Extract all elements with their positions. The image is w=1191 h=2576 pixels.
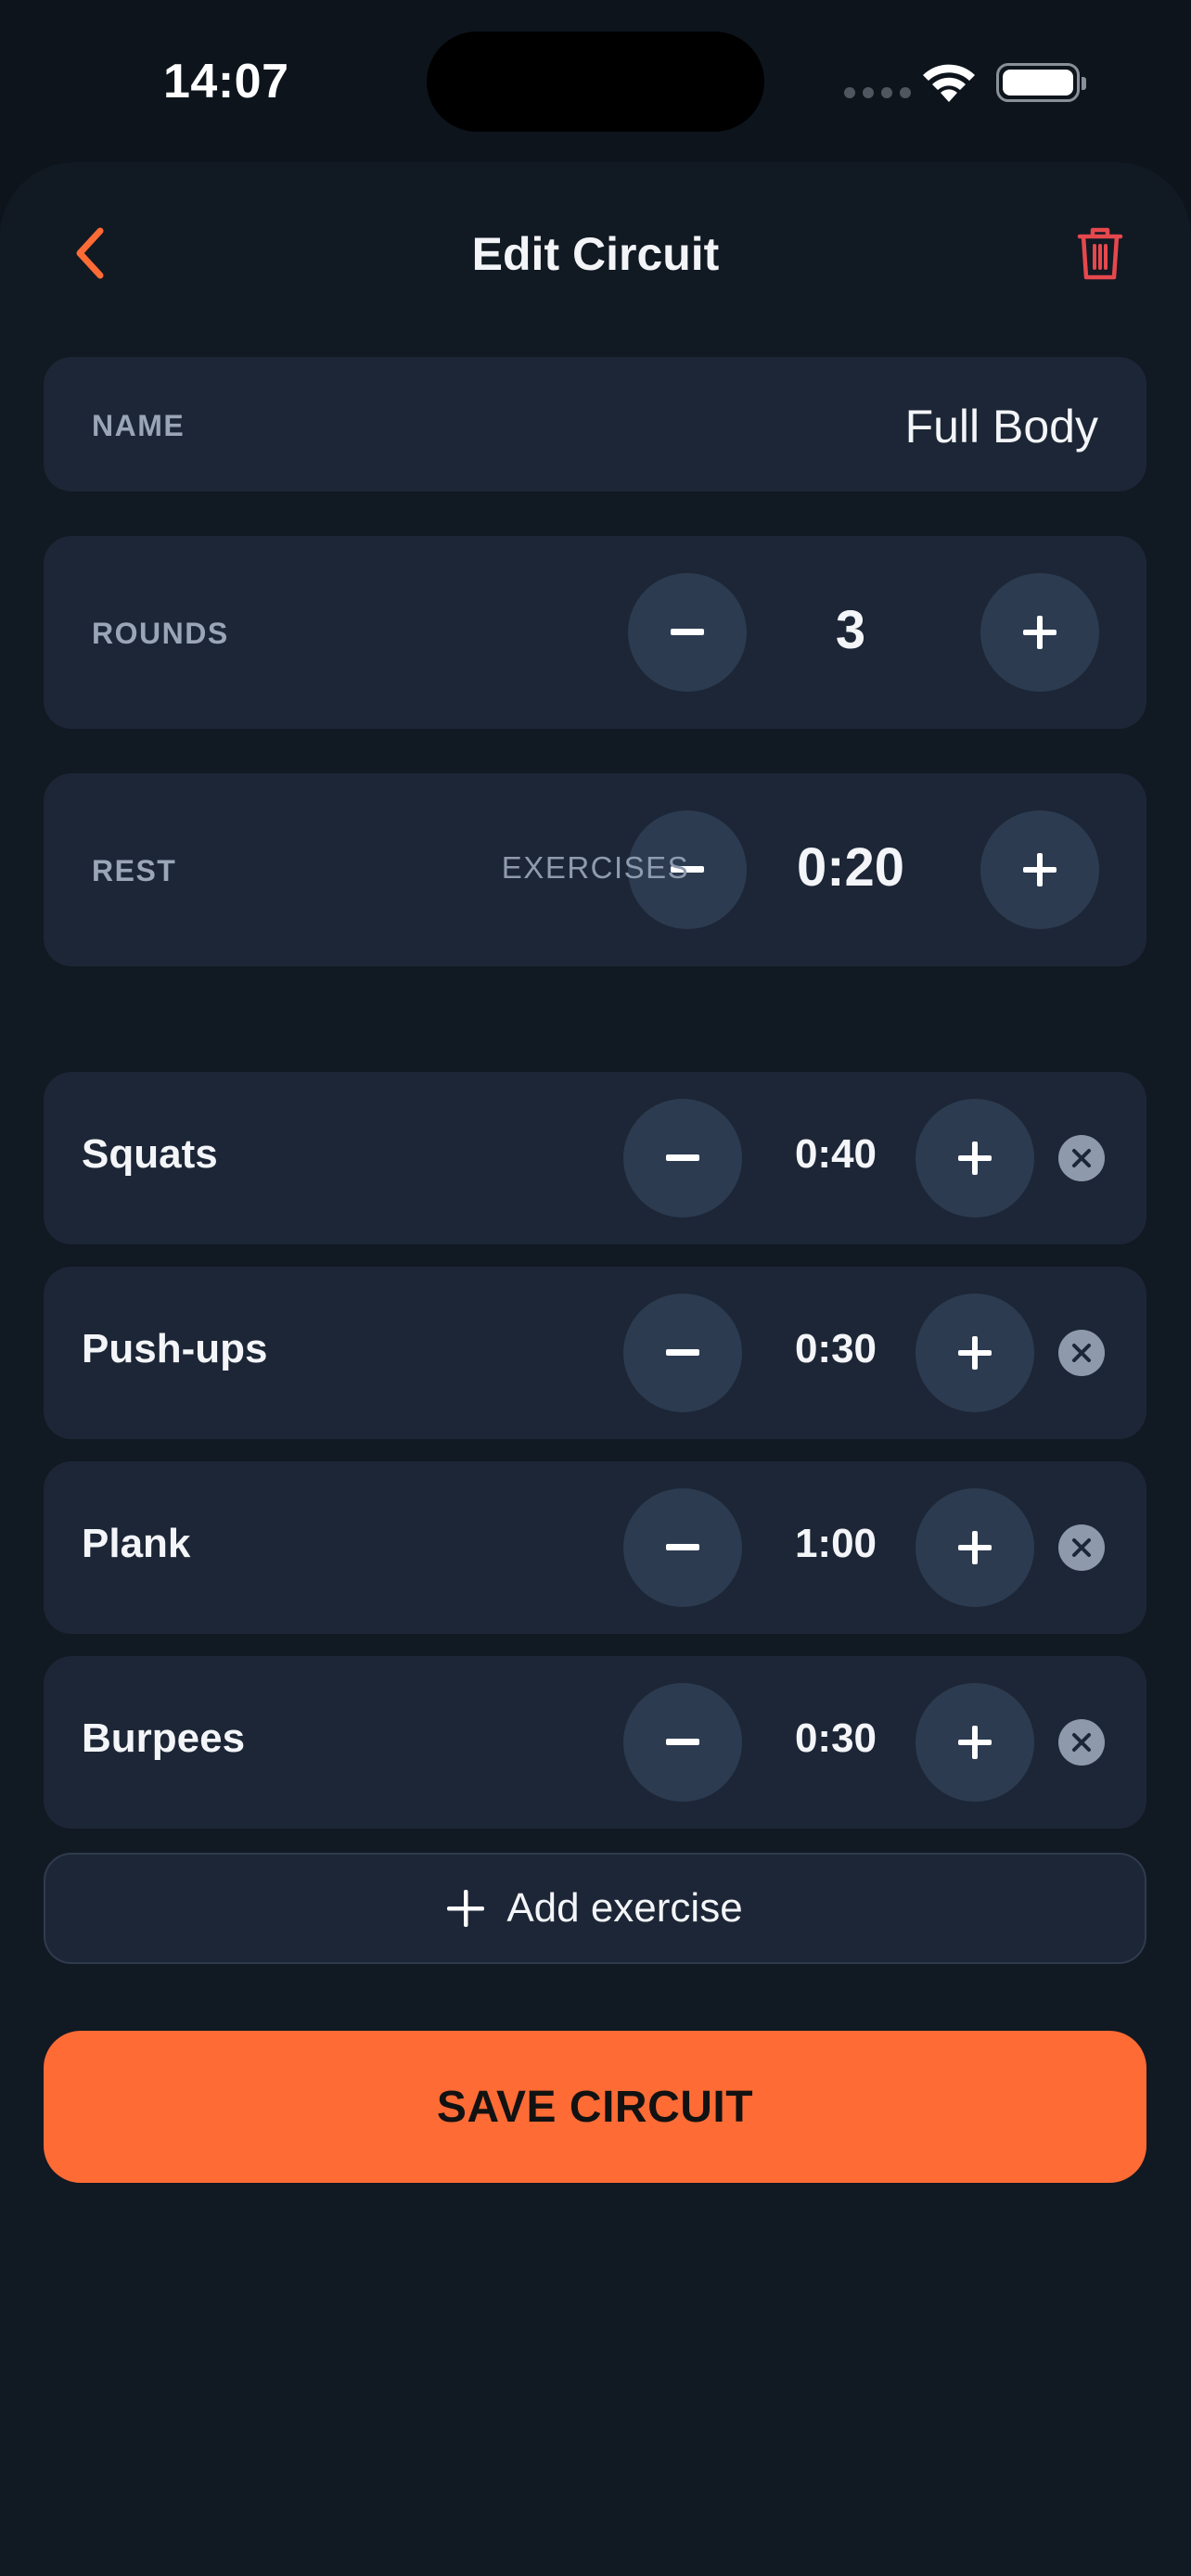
rounds-decrement-button[interactable] bbox=[628, 573, 747, 692]
cellular-signal-icon bbox=[844, 87, 911, 98]
remove-exercise-button[interactable] bbox=[1058, 1719, 1105, 1766]
name-field[interactable]: NAME Full Body bbox=[44, 357, 1146, 491]
battery-icon bbox=[996, 63, 1086, 102]
name-label: NAME bbox=[92, 409, 186, 442]
close-icon bbox=[1072, 1149, 1091, 1167]
nav-bar: Edit Circuit bbox=[0, 162, 1191, 348]
rounds-label: ROUNDS bbox=[92, 617, 229, 650]
remove-exercise-button[interactable] bbox=[1058, 1135, 1105, 1181]
exercise-increment-button[interactable] bbox=[916, 1488, 1034, 1607]
remove-exercise-button[interactable] bbox=[1058, 1330, 1105, 1376]
minus-icon bbox=[671, 629, 704, 635]
status-bar: 14:07 bbox=[0, 0, 1191, 162]
close-icon bbox=[1072, 1733, 1091, 1752]
dynamic-island bbox=[427, 32, 764, 132]
minus-icon bbox=[666, 1739, 699, 1745]
exercise-decrement-button[interactable] bbox=[623, 1294, 742, 1412]
plus-icon bbox=[958, 1531, 992, 1564]
status-time: 14:07 bbox=[163, 55, 289, 108]
exercise-increment-button[interactable] bbox=[916, 1099, 1034, 1218]
exercise-duration: 0:30 bbox=[794, 1326, 877, 1371]
exercise-increment-button[interactable] bbox=[916, 1294, 1034, 1412]
exercise-row: Burpees 0:30 bbox=[44, 1656, 1146, 1829]
exercise-name: Push-ups bbox=[82, 1326, 268, 1371]
exercise-decrement-button[interactable] bbox=[623, 1683, 742, 1802]
close-icon bbox=[1072, 1344, 1091, 1362]
delete-circuit-button[interactable] bbox=[1067, 218, 1133, 288]
exercise-row: Plank 1:00 bbox=[44, 1461, 1146, 1634]
exercise-duration: 0:30 bbox=[794, 1715, 877, 1761]
wifi-icon bbox=[923, 64, 975, 102]
exercise-duration: 0:40 bbox=[794, 1131, 877, 1177]
plus-icon bbox=[958, 1141, 992, 1175]
rounds-increment-button[interactable] bbox=[980, 573, 1099, 692]
plus-icon bbox=[447, 1890, 485, 1927]
exercise-duration: 1:00 bbox=[794, 1521, 877, 1566]
remove-exercise-button[interactable] bbox=[1058, 1524, 1105, 1571]
exercise-row: Push-ups 0:30 bbox=[44, 1267, 1146, 1439]
name-input[interactable]: Full Body bbox=[905, 400, 1098, 453]
trash-icon bbox=[1077, 227, 1123, 280]
exercise-name: Squats bbox=[82, 1131, 218, 1177]
save-circuit-button[interactable]: SAVE CIRCUIT bbox=[44, 2031, 1146, 2183]
add-exercise-label: Add exercise bbox=[506, 1885, 743, 1931]
plus-icon bbox=[1023, 616, 1057, 649]
plus-icon bbox=[958, 1336, 992, 1370]
minus-icon bbox=[666, 1349, 699, 1356]
minus-icon bbox=[666, 1154, 699, 1161]
rounds-value: 3 bbox=[835, 600, 866, 660]
exercise-decrement-button[interactable] bbox=[623, 1099, 742, 1218]
exercise-increment-button[interactable] bbox=[916, 1683, 1034, 1802]
exercise-name: Burpees bbox=[82, 1715, 246, 1761]
exercises-section-label: EXERCISES bbox=[501, 850, 690, 885]
close-icon bbox=[1072, 1538, 1091, 1557]
exercise-row: Squats 0:40 bbox=[44, 1072, 1146, 1244]
page-title: Edit Circuit bbox=[471, 228, 720, 280]
add-exercise-button[interactable]: Add exercise bbox=[44, 1853, 1146, 1964]
rounds-stepper: ROUNDS 3 bbox=[44, 536, 1146, 729]
exercise-decrement-button[interactable] bbox=[623, 1488, 742, 1607]
minus-icon bbox=[666, 1544, 699, 1550]
plus-icon bbox=[958, 1726, 992, 1759]
exercise-name: Plank bbox=[82, 1521, 191, 1566]
save-circuit-label: SAVE CIRCUIT bbox=[436, 2082, 754, 2132]
